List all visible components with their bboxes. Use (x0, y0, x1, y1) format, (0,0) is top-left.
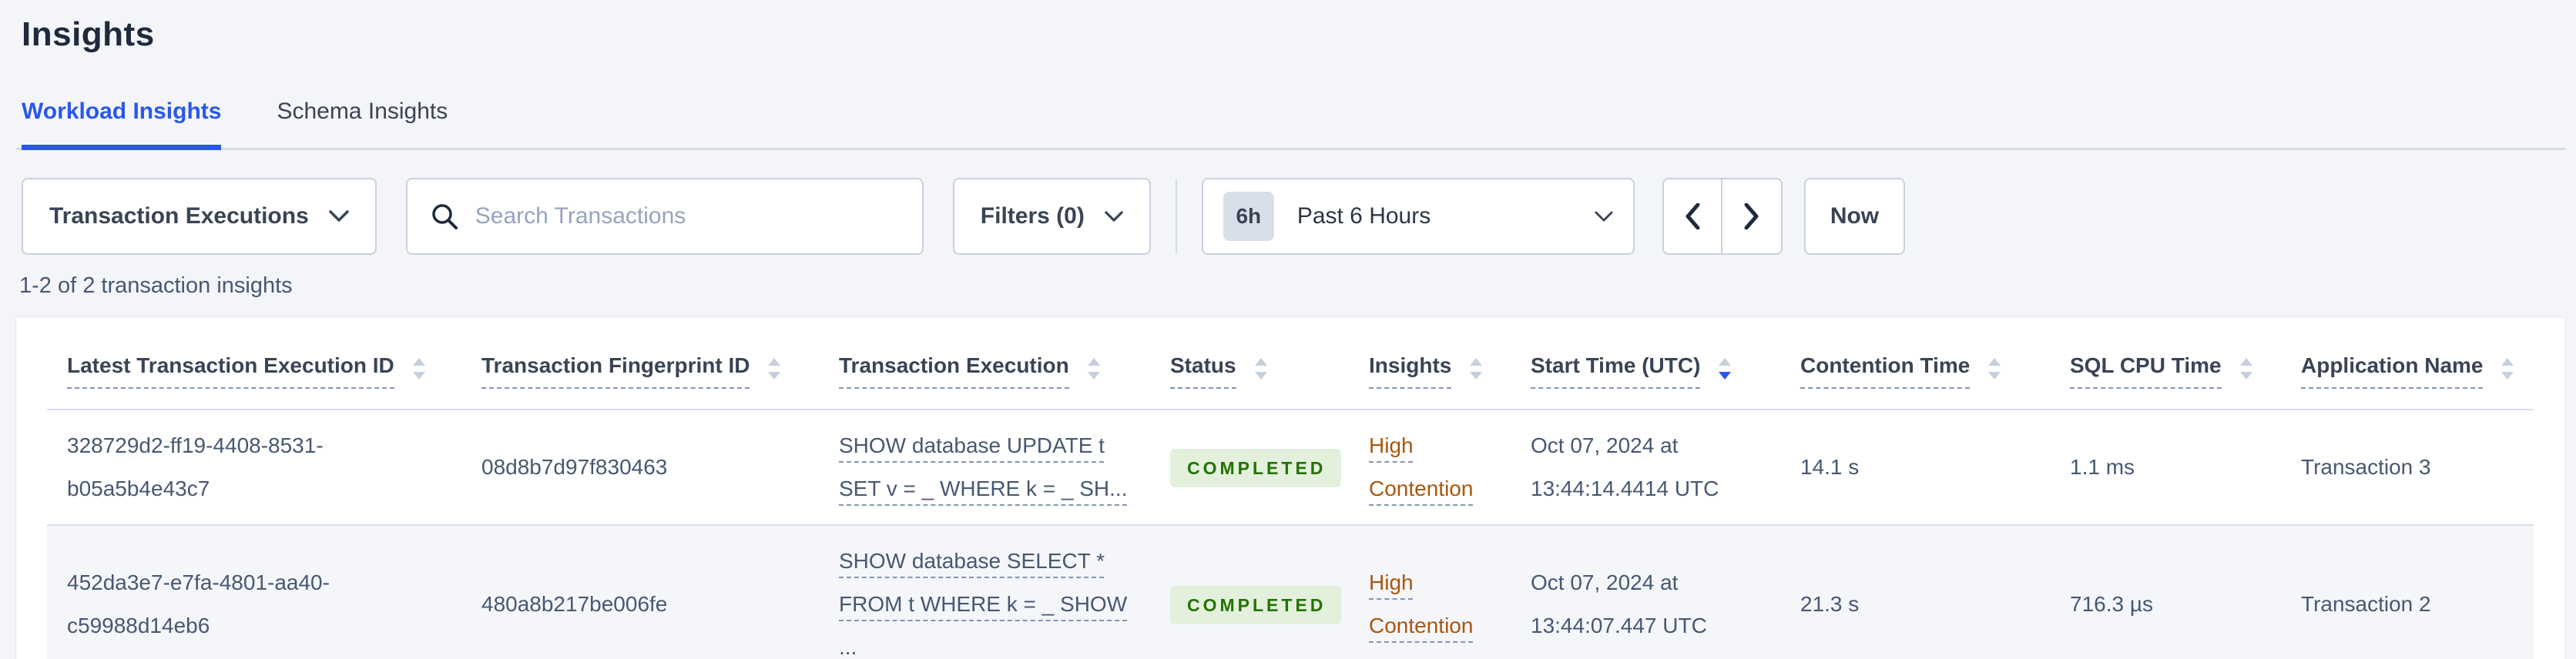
now-button[interactable]: Now (1803, 178, 1906, 255)
table-row: 452da3e7-e7fa-4801-aa40-c59988d14eb6 480… (47, 525, 2534, 659)
filters-dropdown[interactable]: Filters (0) (952, 178, 1151, 255)
cell-contention-time: 21.3 s (1780, 525, 2050, 659)
tab-workload-insights[interactable]: Workload Insights (22, 99, 222, 150)
tab-schema-insights[interactable]: Schema Insights (277, 99, 448, 150)
column-header-contention-time[interactable]: Contention Time (1780, 318, 2050, 410)
page-title: Insights (22, 15, 155, 53)
filters-label: Filters (0) (980, 203, 1085, 229)
cell-start-time: Oct 07, 2024 at 13:44:07.447 UTC (1511, 525, 1780, 659)
insight-link[interactable]: High Contention (1369, 433, 1473, 500)
cell-sql-cpu-time: 716.3 µs (2050, 525, 2281, 659)
cell-fingerprint-id: 08d8b7d97f830463 (461, 410, 819, 526)
sort-icon[interactable] (1086, 356, 1102, 381)
chevron-down-icon (1595, 211, 1613, 221)
transaction-execution-link[interactable]: SHOW database UPDATE t SET v = _ WHERE k… (839, 433, 1128, 500)
transaction-type-dropdown[interactable]: Transaction Executions (22, 178, 377, 255)
time-range-arrows (1662, 178, 1783, 255)
cell-application-name: Transaction 3 (2281, 410, 2534, 526)
toolbar-divider (1175, 179, 1177, 253)
cell-execution-id: 452da3e7-e7fa-4801-aa40-c59988d14eb6 (47, 525, 461, 659)
cell-application-name: Transaction 2 (2281, 525, 2534, 659)
column-header-status[interactable]: Status (1150, 318, 1349, 410)
column-header-latest-transaction-execution-id[interactable]: Latest Transaction Execution ID (47, 318, 461, 410)
column-header-insights[interactable]: Insights (1349, 318, 1511, 410)
sort-icon[interactable] (1468, 356, 1484, 381)
cell-transaction-execution: SHOW database SELECT * FROM t WHERE k = … (819, 525, 1150, 659)
time-range-badge: 6h (1223, 192, 1274, 241)
sort-icon[interactable] (411, 356, 427, 381)
cell-status: COMPLETED (1150, 525, 1349, 659)
chevron-left-icon (1685, 203, 1700, 229)
status-badge: COMPLETED (1170, 586, 1342, 624)
time-range-picker[interactable]: 6h Past 6 Hours (1201, 178, 1635, 255)
cell-insights: High Contention (1349, 525, 1511, 659)
tab-bar: Workload Insights Schema Insights (16, 99, 2565, 150)
table-header-row: Latest Transaction Execution ID Transact… (47, 318, 2534, 410)
cell-start-time: Oct 07, 2024 at 13:44:14.4414 UTC (1511, 410, 1780, 526)
column-header-transaction-fingerprint-id[interactable]: Transaction Fingerprint ID (461, 318, 819, 410)
previous-time-range-button[interactable] (1663, 179, 1722, 253)
insights-page: Insights Workload Insights Schema Insigh… (0, 0, 2576, 659)
sort-icon[interactable] (1253, 356, 1269, 381)
column-header-sql-cpu-time[interactable]: SQL CPU Time (2050, 318, 2281, 410)
column-header-application-name[interactable]: Application Name (2281, 318, 2534, 410)
cell-fingerprint-id: 480a8b217be006fe (461, 525, 819, 659)
column-header-transaction-execution[interactable]: Transaction Execution (819, 318, 1150, 410)
chevron-right-icon (1744, 203, 1759, 229)
transaction-execution-link[interactable]: SHOW database SELECT * FROM t WHERE k = … (839, 549, 1127, 659)
transaction-insights-table: Latest Transaction Execution ID Transact… (47, 318, 2534, 659)
time-range-label: Past 6 Hours (1296, 203, 1431, 229)
column-header-start-time-utc[interactable]: Start Time (UTC) (1511, 318, 1780, 410)
chevron-down-icon (329, 210, 349, 222)
search-box[interactable] (405, 178, 924, 255)
sort-icon[interactable] (766, 356, 782, 381)
sort-icon[interactable] (1987, 356, 2002, 381)
table-row: 328729d2-ff19-4408-8531-b05a5b4e43c7 08d… (47, 410, 2534, 526)
insights-table-card: Latest Transaction Execution ID Transact… (15, 317, 2565, 659)
search-input[interactable] (475, 203, 899, 229)
sort-icon[interactable] (2239, 356, 2254, 381)
results-summary: 1-2 of 2 transaction insights (19, 273, 293, 298)
cell-insights: High Contention (1349, 410, 1511, 526)
insight-link[interactable]: High Contention (1369, 570, 1473, 637)
cell-transaction-execution: SHOW database UPDATE t SET v = _ WHERE k… (819, 410, 1150, 526)
search-icon (432, 204, 458, 229)
toolbar: Transaction Executions Filters (0) 6h Pa… (22, 178, 2576, 255)
status-badge: COMPLETED (1170, 449, 1342, 487)
sort-icon[interactable] (2500, 356, 2515, 381)
cell-contention-time: 14.1 s (1780, 410, 2050, 526)
cell-status: COMPLETED (1150, 410, 1349, 526)
next-time-range-button[interactable] (1722, 179, 1781, 253)
chevron-down-icon (1105, 210, 1123, 222)
transaction-type-label: Transaction Executions (49, 203, 309, 229)
cell-sql-cpu-time: 1.1 ms (2050, 410, 2281, 526)
cell-execution-id: 328729d2-ff19-4408-8531-b05a5b4e43c7 (47, 410, 461, 526)
sort-desc-icon[interactable] (1717, 356, 1732, 381)
